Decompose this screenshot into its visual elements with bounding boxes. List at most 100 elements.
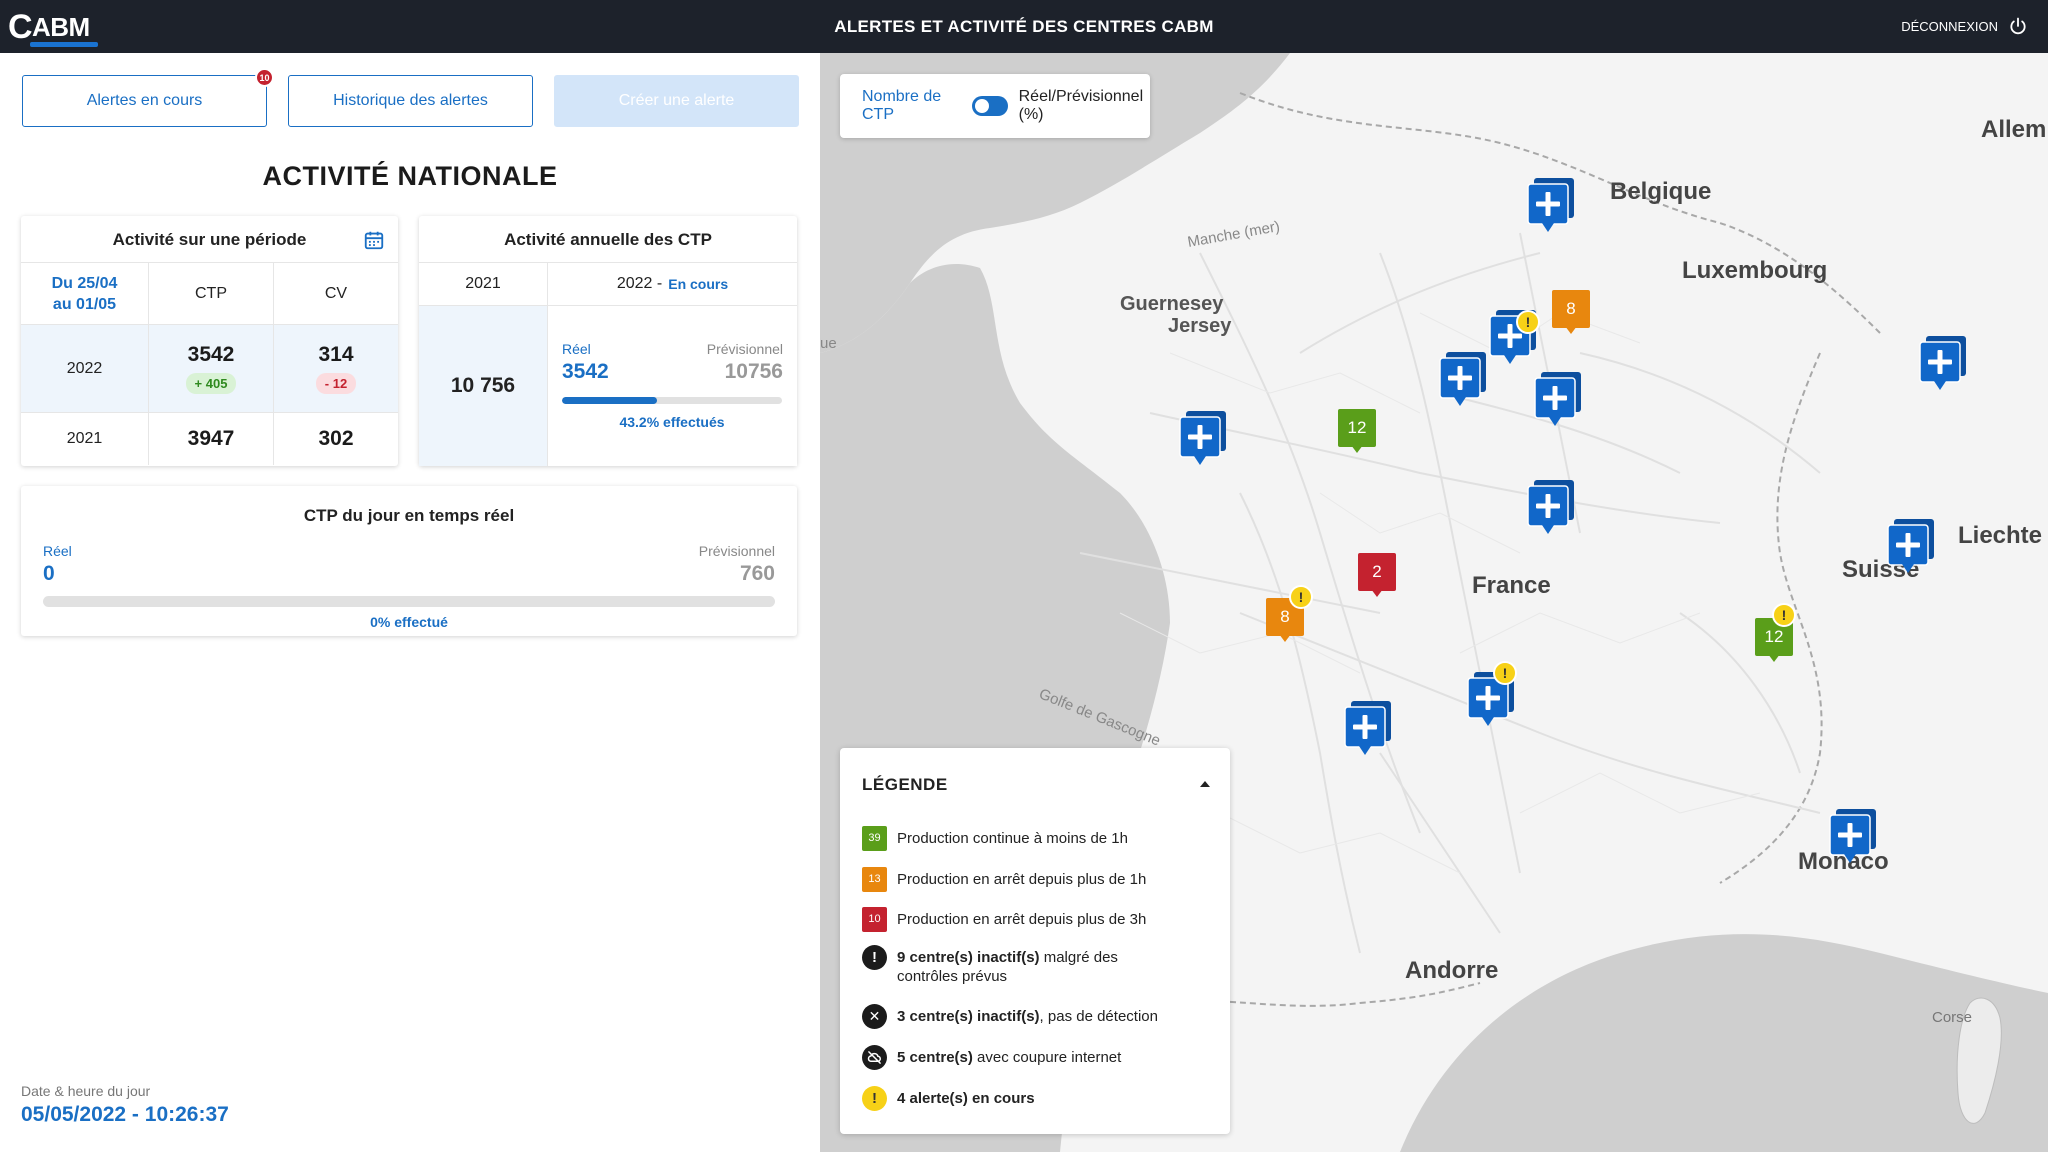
plus-marker-icon — [1439, 352, 1486, 406]
reel-label: Réel — [562, 341, 591, 357]
alerts-current-label: Alertes en cours — [86, 92, 203, 109]
legend-item: 5 centre(s) avec coupure internet — [862, 1045, 1121, 1070]
plus-marker-icon — [1344, 701, 1391, 755]
cloud-off-icon — [862, 1045, 887, 1070]
center-cluster-marker[interactable] — [1912, 334, 1968, 394]
ctp-mode-switch[interactable] — [971, 96, 1008, 116]
center-count-marker[interactable]: 8 — [1552, 290, 1590, 336]
forecast-label: Prévisionnel — [706, 341, 783, 357]
legend-item: 13 Production en arrêt depuis plus de 1h — [862, 867, 1146, 892]
legend-text: Production continue à moins de 1h — [897, 830, 1128, 847]
center-cluster-marker[interactable] — [1337, 699, 1393, 759]
label-liechtenstein: Liechte — [1958, 522, 2043, 549]
realtime-reel-label: Réel — [43, 543, 72, 559]
legend-item: 10 Production en arrêt depuis plus de 3h — [862, 907, 1146, 932]
period-end: au 01/05 — [52, 295, 117, 313]
legend-item: ! 9 centre(s) inactif(s) malgré des cont… — [862, 945, 1162, 986]
row-year: 2022 — [66, 359, 103, 377]
legend-bold: 4 alerte(s) en cours — [897, 1090, 1035, 1107]
alerts-history-button[interactable]: Historique des alertes — [288, 75, 533, 127]
ctp-delta-badge: + 405 — [185, 373, 237, 394]
realtime-progress-bar — [43, 596, 775, 607]
period-card-title: Activité sur une période — [112, 230, 307, 249]
legend-badge-red: 10 — [862, 907, 887, 932]
calendar-icon[interactable] — [363, 229, 385, 251]
center-cluster-marker[interactable] — [1432, 350, 1488, 410]
period-range[interactable]: Du 25/04 au 01/05 — [21, 263, 149, 324]
label-allemagne: Allem — [1981, 116, 2047, 143]
label-france: France — [1472, 572, 1551, 599]
legend-text: , pas de détection — [1039, 1008, 1158, 1025]
ctp-value: 3947 — [187, 427, 235, 450]
alert-icon[interactable]: ! — [1772, 603, 1796, 627]
plus-marker-icon — [1534, 372, 1581, 426]
alerts-history-label: Historique des alertes — [333, 92, 488, 109]
annual-progress-text: 43.2% effectués — [619, 414, 725, 430]
cv-value: 314 — [318, 343, 354, 366]
realtime-forecast-label: Prévisionnel — [698, 543, 775, 559]
legend-badge-orange: 13 — [862, 867, 887, 892]
power-icon — [2010, 17, 2026, 35]
label-belgique: Belgique — [1610, 178, 1712, 205]
annual-progress-fill — [562, 397, 658, 404]
exclamation-circle-icon: ! — [862, 945, 887, 970]
legend-item: 39 Production continue à moins de 1h — [862, 826, 1128, 851]
realtime-card-title: CTP du jour en temps réel — [303, 506, 515, 525]
left-panel: Alertes en cours 10 Historique des alert… — [0, 53, 820, 1152]
table-row: 2021 3947 302 — [21, 413, 398, 465]
create-alert-label: Créer une alerte — [618, 92, 735, 109]
datetime-value: 05/05/2022 - 10:26:37 — [21, 1103, 229, 1126]
logout-button[interactable]: DÉCONNEXION — [1901, 16, 2028, 36]
legend-item: ! 4 alerte(s) en cours — [862, 1086, 1035, 1111]
collapse-caret-icon[interactable] — [1200, 781, 1210, 787]
plus-marker-icon — [1887, 519, 1934, 573]
alert-icon[interactable]: ! — [1493, 661, 1517, 685]
plus-marker-icon — [1829, 809, 1876, 863]
annual-activity-card: Activité annuelle des CTP 2021 2022 - En… — [419, 216, 797, 466]
center-cluster-marker[interactable] — [1880, 517, 1936, 577]
alert-icon[interactable]: ! — [1516, 310, 1540, 334]
toggle-label-count[interactable]: Nombre de CTP — [862, 88, 961, 124]
table-row: 2022 3542 + 405 314 - 12 — [21, 325, 398, 413]
plus-marker-icon — [1527, 480, 1574, 534]
marker-count: 2 — [1358, 553, 1396, 591]
col-ctp-header: CTP — [195, 284, 227, 302]
center-count-marker[interactable]: 2 — [1358, 553, 1396, 599]
label-jersey: Jersey — [1168, 315, 1232, 337]
row-year: 2021 — [66, 430, 103, 447]
toggle-label-ratio[interactable]: Réel/Prévisionnel (%) — [1019, 88, 1150, 124]
create-alert-button[interactable]: Créer une alerte — [554, 75, 799, 127]
prev-year-value: 10 756 — [450, 374, 516, 397]
legend-bold: 9 centre(s) inactif(s) — [897, 949, 1040, 966]
logo-underline — [30, 42, 98, 47]
current-year-status: En cours — [668, 276, 729, 292]
switch-knob — [974, 99, 989, 113]
legend-text: avec coupure internet — [972, 1049, 1122, 1066]
center-cluster-marker[interactable] — [1520, 176, 1576, 236]
label-andorre: Andorre — [1405, 957, 1499, 984]
datetime-label: Date & heure du jour — [21, 1083, 151, 1099]
realtime-reel-value: 0 — [43, 562, 55, 585]
reel-value: 3542 — [562, 360, 609, 383]
alert-icon[interactable]: ! — [1289, 585, 1313, 609]
marker-count: 8 — [1552, 290, 1590, 328]
center-cluster-marker[interactable] — [1527, 370, 1583, 430]
label-guernesey: Guernesey — [1120, 293, 1224, 315]
plus-marker-icon — [1179, 411, 1226, 465]
label-que: ue — [820, 335, 837, 352]
legend-bold: 3 centre(s) inactif(s) — [897, 1008, 1040, 1025]
center-cluster-marker[interactable] — [1822, 807, 1878, 867]
center-cluster-marker[interactable] — [1172, 409, 1228, 469]
center-cluster-marker[interactable] — [1520, 478, 1576, 538]
alerts-current-button[interactable]: Alertes en cours 10 — [22, 68, 274, 127]
top-bar: C ABM ALERTES ET ACTIVITÉ DES CENTRES CA… — [0, 0, 2048, 53]
period-activity-card: Activité sur une période Du 25/04 au 01/… — [21, 216, 398, 466]
ctp-mode-toggle-box: Nombre de CTP Réel/Prévisionnel (%) — [840, 74, 1150, 138]
period-start: Du 25/04 — [51, 274, 118, 292]
ctp-value: 3542 — [187, 343, 235, 366]
center-count-marker[interactable]: 12 — [1338, 409, 1376, 455]
map-legend: LÉGENDE 39 Production continue à moins d… — [840, 748, 1230, 1134]
realtime-progress-text: 0% effectué — [370, 614, 448, 630]
x-circle-icon: ✕ — [862, 1004, 887, 1029]
map-view[interactable]: Belgique Luxembourg Allem Guernesey Jers… — [820, 53, 2048, 1152]
